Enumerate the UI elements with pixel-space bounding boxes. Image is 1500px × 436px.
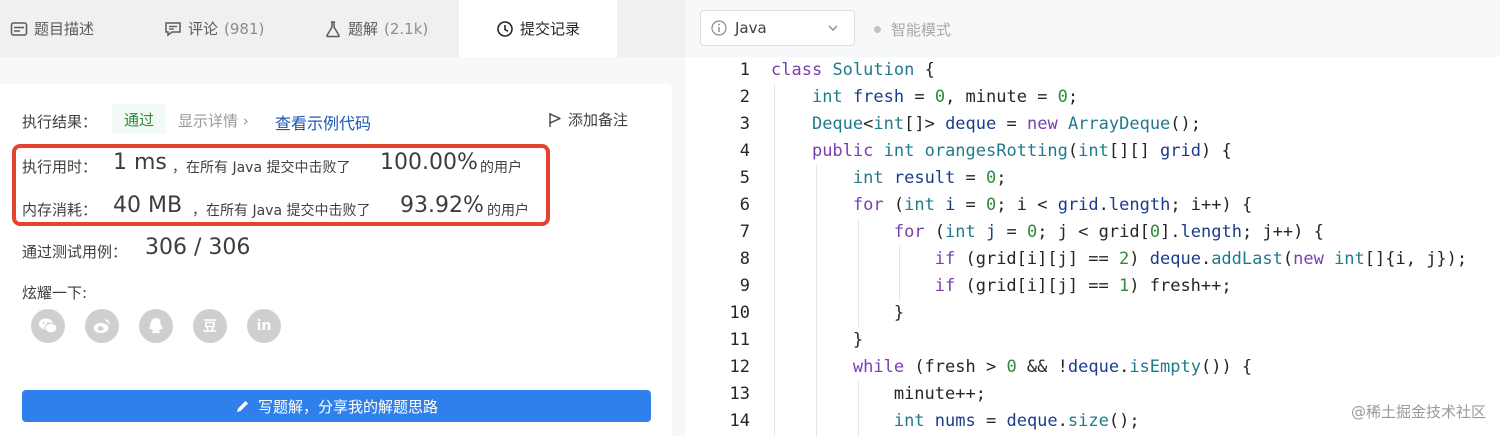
memory-value: 40 MB (113, 193, 183, 218)
clock-icon (496, 20, 514, 38)
tab-submissions-label: 提交记录 (519, 20, 580, 38)
view-example-code-link[interactable]: 查看示例代码 (275, 110, 371, 134)
show-details-link[interactable]: 显示详情 › (178, 110, 249, 131)
result-label: 执行结果： (22, 113, 98, 131)
code-text: int fresh = 0, minute = 0; (811, 87, 1079, 107)
smart-mode-dot (874, 26, 881, 33)
add-note-label: 添加备注 (568, 111, 629, 129)
wechat-icon[interactable] (31, 309, 65, 343)
code-text: minute++; (771, 384, 986, 404)
tab-bar: 题目描述 评论 (981) 题解 (2.1k) 提交记录 (0, 0, 686, 57)
left-panel: 题目描述 评论 (981) 题解 (2.1k) 提交记录 执行结果： 通过 显示… (0, 0, 686, 436)
tab-solutions-count: (2.1k) (384, 19, 429, 38)
runtime-label: 执行用时： (22, 158, 98, 176)
code-text: while (fresh > 0 && !deque.isEmpty()) { (852, 357, 1253, 377)
editor-toolbar: Java 智能模式 (686, 0, 1500, 57)
code-line: 2 int fresh = 0, minute = 0; (686, 84, 1500, 111)
qq-icon[interactable] (139, 309, 173, 343)
tests-label: 通过测试用例： (22, 243, 128, 261)
flag-icon (549, 112, 561, 127)
tab-solutions-label: 题解 (348, 20, 379, 38)
write-solution-button[interactable]: 写题解，分享我的解题思路 (22, 390, 651, 422)
line-number: 6 (739, 195, 750, 215)
smart-mode-label: 智能模式 (891, 21, 952, 39)
line-number: 10 (729, 303, 750, 323)
code-area[interactable]: 1 class Solution { 2 int fresh = 0, minut… (686, 57, 1500, 436)
code-line: 9 if (grid[i][j] == 1) fresh++; (686, 273, 1500, 300)
line-number: 9 (739, 276, 750, 296)
weibo-icon[interactable] (85, 309, 119, 343)
douban-icon[interactable]: 豆 (193, 309, 227, 343)
code-line: 7 for (int j = 0; j < grid[0].length; j+… (686, 219, 1500, 246)
tab-submissions[interactable]: 提交记录 (459, 0, 617, 57)
memory-beat-text: ，在所有 Java 提交中击败了 (192, 203, 371, 219)
code-line: 1 class Solution { (686, 57, 1500, 84)
add-note-button[interactable]: 添加备注 (548, 109, 628, 130)
memory-suffix: 的用户 (487, 203, 529, 219)
code-line: 10 } (686, 300, 1500, 327)
line-number: 11 (729, 330, 750, 350)
code-text: int result = 0; (852, 168, 1007, 188)
code-text: for (int j = 0; j < grid[0].length; j++)… (893, 222, 1324, 242)
code-text: if (grid[i][j] == 1) fresh++; (934, 276, 1232, 296)
code-text: Deque<int[]> deque = new ArrayDeque(); (811, 114, 1202, 134)
line-number: 5 (739, 168, 750, 188)
runtime-value: 1 ms (113, 150, 167, 175)
info-icon (711, 20, 727, 36)
code-line: 3 Deque<int[]> deque = new ArrayDeque(); (686, 111, 1500, 138)
code-text: int nums = deque.size(); (893, 411, 1140, 431)
share-icons: 豆 in (31, 309, 281, 343)
code-line: 11 } (686, 327, 1500, 354)
code-text: if (grid[i][j] == 2) deque.addLast(new i… (934, 249, 1468, 269)
runtime-suffix: 的用户 (480, 160, 522, 176)
smart-mode-toggle[interactable]: 智能模式 (874, 19, 951, 40)
code-text: class Solution { (771, 60, 935, 80)
write-solution-label: 写题解，分享我的解题思路 (257, 397, 438, 416)
language-select[interactable]: Java (700, 10, 855, 46)
memory-percent: 93.92% (400, 193, 484, 218)
memory-label: 内存消耗： (22, 201, 98, 219)
line-number: 8 (739, 249, 750, 269)
code-line: 5 int result = 0; (686, 165, 1500, 192)
runtime-percent: 100.00% (380, 150, 478, 175)
status-badge: 通过 (112, 104, 167, 134)
pencil-icon (236, 400, 248, 412)
code-line: 12 while (fresh > 0 && !deque.isEmpty())… (686, 354, 1500, 381)
watermark: @稀土掘金技术社区 (1350, 403, 1486, 421)
flask-icon (324, 20, 342, 38)
comment-icon (164, 20, 182, 38)
tab-comments-label: 评论 (188, 20, 219, 38)
tab-solutions[interactable]: 题解 (2.1k) (324, 0, 454, 57)
description-icon (10, 20, 28, 38)
code-line: 4 public int orangesRotting(int[][] grid… (686, 138, 1500, 165)
language-value: Java (735, 19, 767, 37)
line-number: 14 (729, 411, 750, 431)
share-label: 炫耀一下: (22, 284, 88, 302)
code-line: 8 if (grid[i][j] == 2) deque.addLast(new… (686, 246, 1500, 273)
line-number: 7 (739, 222, 750, 242)
tests-value: 306 / 306 (145, 235, 251, 260)
code-text: } (771, 330, 864, 350)
code-text: public int orangesRotting(int[][] grid) … (811, 141, 1232, 161)
code-text: } (771, 303, 905, 323)
tab-comments[interactable]: 评论 (981) (164, 0, 294, 57)
chevron-down-icon (828, 25, 838, 31)
code-line: 6 for (int i = 0; i < grid.length; i++) … (686, 192, 1500, 219)
tab-description-label: 题目描述 (34, 20, 95, 38)
line-number: 1 (739, 60, 750, 80)
line-number: 12 (729, 357, 750, 377)
code-text: for (int i = 0; i < grid.length; i++) { (852, 195, 1253, 215)
runtime-beat-text: ，在所有 Java 提交中击败了 (172, 160, 351, 176)
line-number: 4 (739, 141, 750, 161)
line-number: 3 (739, 114, 750, 134)
tab-comments-count: (981) (224, 19, 265, 38)
line-number: 13 (729, 384, 750, 404)
line-number: 2 (739, 87, 750, 107)
code-editor-panel: Java 智能模式 1 class Solution { 2 int fresh … (686, 0, 1500, 436)
tab-description[interactable]: 题目描述 (10, 0, 130, 57)
linkedin-icon[interactable]: in (247, 309, 281, 343)
